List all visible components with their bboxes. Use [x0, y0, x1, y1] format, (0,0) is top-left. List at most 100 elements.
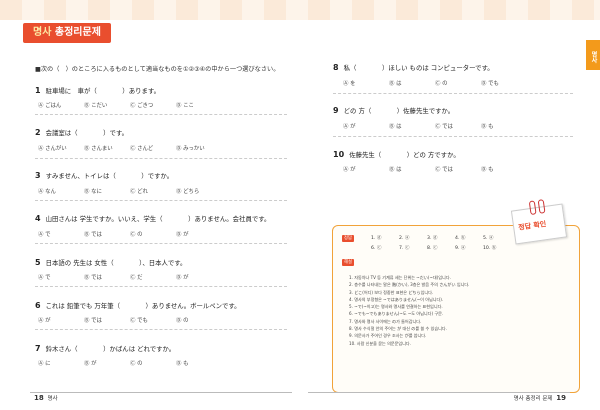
- question-text: これは 鉛筆でも 万年筆（ ）ありません。ボールペンです。: [45, 302, 241, 310]
- question-4: 4 山田さんは 学生ですか。いいえ、学生（ ）ありません。会社員です。: [35, 214, 270, 223]
- option-c[interactable]: Ⓒ の: [435, 79, 481, 87]
- option-d[interactable]: Ⓓ ここ: [176, 101, 222, 109]
- explanation-line: 3. どこ(어디) 보다 정중한 표현은 どちら입니다.: [349, 289, 434, 295]
- footer-rule: [308, 392, 570, 393]
- section-title-a: 명사: [33, 27, 52, 38]
- options-3: Ⓐ なん Ⓑ なに Ⓒ どれ Ⓓ どちら: [38, 187, 222, 195]
- question-text: 私（ ）ほしい ものは コンピューターです。: [343, 64, 494, 72]
- question-number: 3: [35, 171, 41, 180]
- option-a[interactable]: Ⓐ で: [38, 273, 84, 281]
- option-c[interactable]: Ⓒ の: [130, 230, 176, 238]
- question-number: 10: [333, 150, 345, 159]
- question-3: 3 すみません、トイレは（ ）ですか。: [35, 171, 173, 180]
- options-4: Ⓐ で Ⓑ では Ⓒ の Ⓓ が: [38, 230, 222, 238]
- divider: [35, 114, 287, 115]
- question-text: 日本語の 先生は 女性（ ）、日本人です。: [45, 259, 187, 267]
- question-10: 10 佐藤先生（ ）どの 方ですか。: [333, 150, 460, 159]
- question-text: 会議室は（ ）です。: [45, 129, 129, 137]
- option-b[interactable]: Ⓑ が: [84, 359, 130, 367]
- option-d[interactable]: Ⓓ みっかい: [176, 144, 222, 152]
- option-c[interactable]: Ⓒ では: [435, 122, 481, 130]
- option-b[interactable]: Ⓑ こだい: [84, 101, 130, 109]
- question-1: 1 駐車場に 車が（ ）あります。: [35, 86, 160, 95]
- answer-cell: 4. ⓑ: [455, 236, 466, 241]
- footer-label: 명사 총정리 문제: [513, 396, 553, 402]
- explanation-line: 8. 명사 수식절 안의 주어는 が 대신 の를 쓸 수 있습니다.: [349, 326, 447, 332]
- option-c[interactable]: Ⓒ でも: [130, 316, 176, 324]
- option-a[interactable]: Ⓐ を: [343, 79, 389, 87]
- option-c[interactable]: Ⓒ だ: [130, 273, 176, 281]
- option-d[interactable]: Ⓓ が: [176, 273, 222, 281]
- answer-cell: 3. ⓓ: [427, 236, 438, 241]
- option-d[interactable]: Ⓓ どちら: [176, 187, 222, 195]
- page-number: 19: [556, 394, 566, 402]
- option-a[interactable]: Ⓐ が: [38, 316, 84, 324]
- option-d[interactable]: Ⓓ の: [176, 316, 222, 324]
- section-title-b: 총정리문제: [54, 27, 101, 38]
- answer-cell: 7. ⓒ: [399, 246, 410, 251]
- option-d[interactable]: Ⓓ でも: [481, 79, 527, 87]
- option-b[interactable]: Ⓑ は: [389, 79, 435, 87]
- option-b[interactable]: Ⓑ さんまい: [84, 144, 130, 152]
- explanation-list: 1. 자동차나 TV 등 기계류 세는 단위는 ~だい(~대)입니다. 2. 층…: [349, 274, 575, 347]
- option-b[interactable]: Ⓑ では: [84, 230, 130, 238]
- option-b[interactable]: Ⓑ は: [389, 165, 435, 173]
- instruction-text: ■次の（ ）のところに入るものとして適当なものを①②③④の中から一つ選びなさい。: [35, 66, 280, 73]
- question-number: 7: [35, 344, 41, 353]
- option-b[interactable]: Ⓑ では: [84, 273, 130, 281]
- option-a[interactable]: Ⓐ に: [38, 359, 84, 367]
- question-text: どの 方（ ）佐藤先生ですか。: [343, 107, 455, 115]
- divider: [35, 329, 287, 330]
- question-8: 8 私（ ）ほしい ものは コンピューターです。: [333, 63, 494, 72]
- option-a[interactable]: Ⓐ が: [343, 122, 389, 130]
- footer-label: 명사: [47, 396, 58, 402]
- answer-cell: 1. ⓓ: [371, 236, 382, 241]
- option-c[interactable]: Ⓒ どれ: [130, 187, 176, 195]
- option-a[interactable]: Ⓐ が: [343, 165, 389, 173]
- answer-box: 정답 1. ⓓ 2. ⓐ 3. ⓓ 4. ⓑ 5. ⓐ 6. ⓒ 7. ⓒ 8.…: [332, 225, 580, 393]
- option-b[interactable]: Ⓑ なに: [84, 187, 130, 195]
- option-c[interactable]: Ⓒ では: [435, 165, 481, 173]
- question-text: すみません、トイレは（ ）ですか。: [45, 172, 174, 180]
- divider: [333, 136, 573, 137]
- option-a[interactable]: Ⓐ なん: [38, 187, 84, 195]
- question-7: 7 鈴木さん（ ）かばんは どれですか。: [35, 344, 175, 353]
- memo-text: 정답 확인: [517, 220, 547, 232]
- option-d[interactable]: Ⓓ も: [481, 165, 527, 173]
- explanation-line: 4. 명사의 부정형은 ~ではありません(~이 아닙니다).: [349, 296, 444, 302]
- option-d[interactable]: Ⓓ が: [176, 230, 222, 238]
- explanation-line: 9. 의문사가 주어인 경우 조사는 が를 씁니다.: [349, 333, 427, 339]
- explanation-line: 5. ~で(~이고)는 명사와 명사를 연결하는 표현입니다.: [349, 304, 443, 310]
- question-6: 6 これは 鉛筆でも 万年筆（ ）ありません。ボールペンです。: [35, 301, 241, 310]
- side-tab[interactable]: 명사: [586, 40, 600, 70]
- options-8: Ⓐ を Ⓑ は Ⓒ の Ⓓ でも: [343, 79, 527, 87]
- paper-clip-icon: [528, 200, 537, 216]
- question-number: 5: [35, 258, 41, 267]
- answer-cell: 9. ⓐ: [455, 246, 466, 251]
- question-number: 8: [333, 63, 339, 72]
- question-text: 駐車場に 車が（ ）あります。: [45, 87, 161, 95]
- workbook-spread: 명사 총정리문제 명사 ■次の（ ）のところに入るものとして適当なものを①②③④…: [0, 0, 600, 410]
- explanation-line: 6. ~でも~でもありません(~도 ~도 아닙니다) 구문.: [349, 311, 444, 317]
- question-number: 4: [35, 214, 41, 223]
- question-5: 5 日本語の 先生は 女性（ ）、日本人です。: [35, 258, 186, 267]
- option-a[interactable]: Ⓐ ごはん: [38, 101, 84, 109]
- option-d[interactable]: Ⓓ も: [481, 122, 527, 130]
- option-c[interactable]: Ⓒ ごきつ: [130, 101, 176, 109]
- option-a[interactable]: Ⓐ で: [38, 230, 84, 238]
- option-c[interactable]: Ⓒ の: [130, 359, 176, 367]
- memo-note: 정답 확인: [510, 199, 568, 245]
- option-b[interactable]: Ⓑ では: [84, 316, 130, 324]
- explanation-badge: 해설: [342, 259, 354, 266]
- option-b[interactable]: Ⓑ は: [389, 122, 435, 130]
- divider: [333, 93, 573, 94]
- divider: [35, 286, 287, 287]
- answer-row-1: 1. ⓓ 2. ⓐ 3. ⓓ 4. ⓑ 5. ⓐ: [371, 235, 511, 241]
- option-c[interactable]: Ⓒ さんど: [130, 144, 176, 152]
- question-number: 2: [35, 128, 41, 137]
- question-2: 2 会議室は（ ）です。: [35, 128, 128, 137]
- explanation-line: 1. 자동차나 TV 등 기계류 세는 단위는 ~だい(~대)입니다.: [349, 275, 451, 280]
- option-a[interactable]: Ⓐ さんがい: [38, 144, 84, 152]
- option-d[interactable]: Ⓓ も: [176, 359, 222, 367]
- options-6: Ⓐ が Ⓑ では Ⓒ でも Ⓓ の: [38, 316, 222, 324]
